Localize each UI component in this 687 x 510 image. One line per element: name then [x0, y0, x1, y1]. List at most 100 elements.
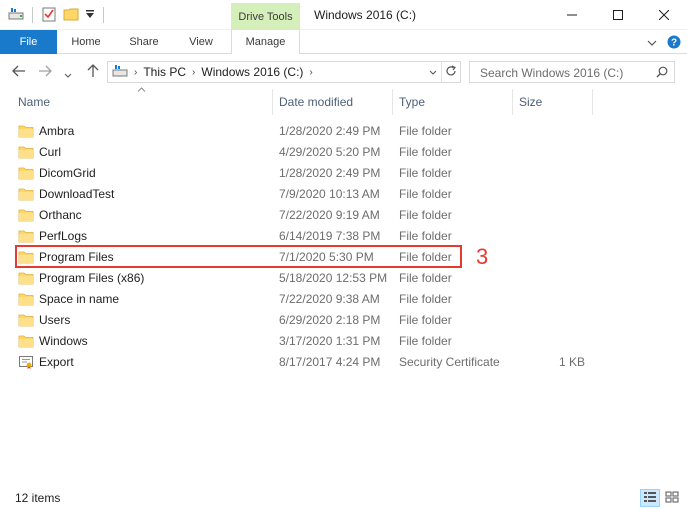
window-title: Windows 2016 (C:) — [314, 8, 417, 22]
breadcrumb-drive[interactable]: Windows 2016 (C:) — [201, 65, 303, 79]
large-icons-view-button[interactable] — [662, 489, 682, 507]
tab-share[interactable]: Share — [118, 30, 170, 54]
customize-dropdown-icon[interactable] — [85, 8, 95, 22]
tab-file[interactable]: File — [0, 30, 57, 54]
folder-icon — [18, 270, 34, 286]
file-row[interactable]: Program Files (x86) 5/18/2020 12:53 PM Fil… — [0, 267, 687, 288]
breadcrumb-this-pc[interactable]: This PC — [143, 65, 186, 79]
file-row[interactable]: Ambra 1/28/2020 2:49 PM File folder — [0, 120, 687, 141]
file-name-cell[interactable]: Program Files (x86) — [18, 267, 144, 288]
drive-icon — [8, 7, 24, 24]
up-button[interactable] — [87, 63, 99, 81]
file-size — [515, 162, 585, 183]
file-row[interactable]: DownloadTest 7/9/2020 10:13 AM File folder — [0, 183, 687, 204]
details-view-button[interactable] — [640, 489, 660, 507]
tab-home[interactable]: Home — [60, 30, 112, 54]
back-button[interactable] — [12, 63, 26, 81]
file-type: File folder — [399, 165, 452, 180]
file-type: File folder — [399, 291, 452, 306]
file-date: 7/9/2020 10:13 AM — [279, 186, 380, 201]
close-button[interactable] — [641, 0, 687, 30]
expand-ribbon-icon[interactable] — [647, 37, 657, 51]
file-name-cell[interactable]: Windows — [18, 330, 88, 351]
file-row[interactable]: Users 6/29/2020 2:18 PM File folder — [0, 309, 687, 330]
file-row[interactable]: PerfLogs 6/14/2019 7:38 PM File folder — [0, 225, 687, 246]
search-box[interactable] — [469, 61, 675, 83]
properties-icon[interactable] — [41, 6, 57, 25]
file-name-cell[interactable]: Space in name — [18, 288, 119, 309]
breadcrumb-separator-icon[interactable]: › — [309, 67, 312, 78]
new-folder-icon[interactable] — [63, 6, 79, 25]
file-type: File folder — [399, 186, 452, 201]
file-size — [515, 309, 585, 330]
file-date: 7/22/2020 9:38 AM — [279, 291, 380, 306]
large-icons-view-icon — [665, 491, 679, 506]
file-name-cell[interactable]: Ambra — [18, 120, 74, 141]
breadcrumb-separator-icon[interactable]: › — [192, 67, 195, 78]
file-row[interactable]: DicomGrid 1/28/2020 2:49 PM File folder — [0, 162, 687, 183]
column-header-type[interactable]: Type — [393, 89, 512, 115]
tab-view[interactable]: View — [175, 30, 227, 54]
certificate-icon — [18, 354, 34, 370]
title-bar: Drive Tools Windows 2016 (C:) — [0, 0, 687, 30]
quick-access-toolbar — [8, 6, 106, 24]
file-row[interactable]: Curl 4/29/2020 5:20 PM File folder — [0, 141, 687, 162]
help-icon[interactable]: ? — [667, 35, 681, 52]
tab-manage[interactable]: Manage — [231, 30, 300, 54]
search-input[interactable] — [480, 65, 650, 80]
file-row[interactable]: Windows 3/17/2020 1:31 PM File folder — [0, 330, 687, 351]
file-row[interactable]: Space in name 7/22/2020 9:38 AM File folde… — [0, 288, 687, 309]
file-type: File folder — [399, 144, 452, 159]
minimize-button[interactable] — [549, 0, 595, 30]
file-name-cell[interactable]: DownloadTest — [18, 183, 114, 204]
file-size — [515, 330, 585, 351]
file-type: File folder — [399, 270, 452, 285]
file-name-cell[interactable]: PerfLogs — [18, 225, 87, 246]
column-header-size[interactable]: Size — [513, 89, 592, 115]
file-row[interactable]: Orthanc 7/22/2020 9:19 AM File folder — [0, 204, 687, 225]
file-type: Security Certificate — [399, 354, 500, 369]
details-view-icon — [643, 491, 657, 506]
back-arrow-icon — [12, 65, 26, 80]
address-dropdown-button[interactable] — [423, 62, 441, 82]
column-header-name[interactable]: Name — [12, 89, 272, 115]
file-name: Space in name — [39, 291, 120, 306]
folder-icon — [18, 144, 34, 160]
file-size — [515, 225, 585, 246]
search-icon[interactable] — [656, 66, 668, 81]
address-bar[interactable]: › This PC › Windows 2016 (C:) › — [107, 61, 461, 83]
file-name: DicomGrid — [39, 165, 96, 180]
file-type: File folder — [399, 228, 452, 243]
column-header-date-modified[interactable]: Date modified — [273, 89, 392, 115]
recent-locations-button[interactable] — [64, 66, 72, 84]
status-bar: 12 items — [0, 486, 687, 510]
folder-icon — [18, 291, 34, 307]
breadcrumb-separator-icon[interactable]: › — [134, 67, 137, 78]
maximize-button[interactable] — [595, 0, 641, 30]
folder-icon — [18, 123, 34, 139]
file-name-cell[interactable]: Curl — [18, 141, 61, 162]
file-name: DownloadTest — [39, 186, 115, 201]
folder-icon — [18, 228, 34, 244]
forward-button[interactable] — [38, 63, 52, 81]
column-divider[interactable] — [592, 89, 593, 115]
file-size — [515, 246, 585, 267]
annotation-step-number: 3 — [476, 244, 489, 269]
folder-icon — [18, 165, 34, 181]
toolbar-separator — [103, 7, 104, 23]
file-name-cell[interactable]: Orthanc — [18, 204, 82, 225]
file-date: 6/14/2019 7:38 PM — [279, 228, 381, 243]
file-name: Windows — [39, 333, 88, 348]
file-name-cell[interactable]: DicomGrid — [18, 162, 96, 183]
file-size — [515, 120, 585, 141]
file-name-cell[interactable]: Users — [18, 309, 70, 330]
up-arrow-icon — [87, 63, 99, 81]
refresh-button[interactable] — [441, 62, 460, 82]
file-date: 6/29/2020 2:18 PM — [279, 312, 381, 327]
file-name-cell[interactable]: Export — [18, 351, 74, 372]
file-type: File folder — [399, 312, 452, 327]
file-size — [515, 141, 585, 162]
folder-icon — [18, 312, 34, 328]
drive-tools-tab-group: Drive Tools — [231, 3, 300, 30]
file-row[interactable]: Export 8/17/2017 4:24 PM Security Certific… — [0, 351, 687, 372]
